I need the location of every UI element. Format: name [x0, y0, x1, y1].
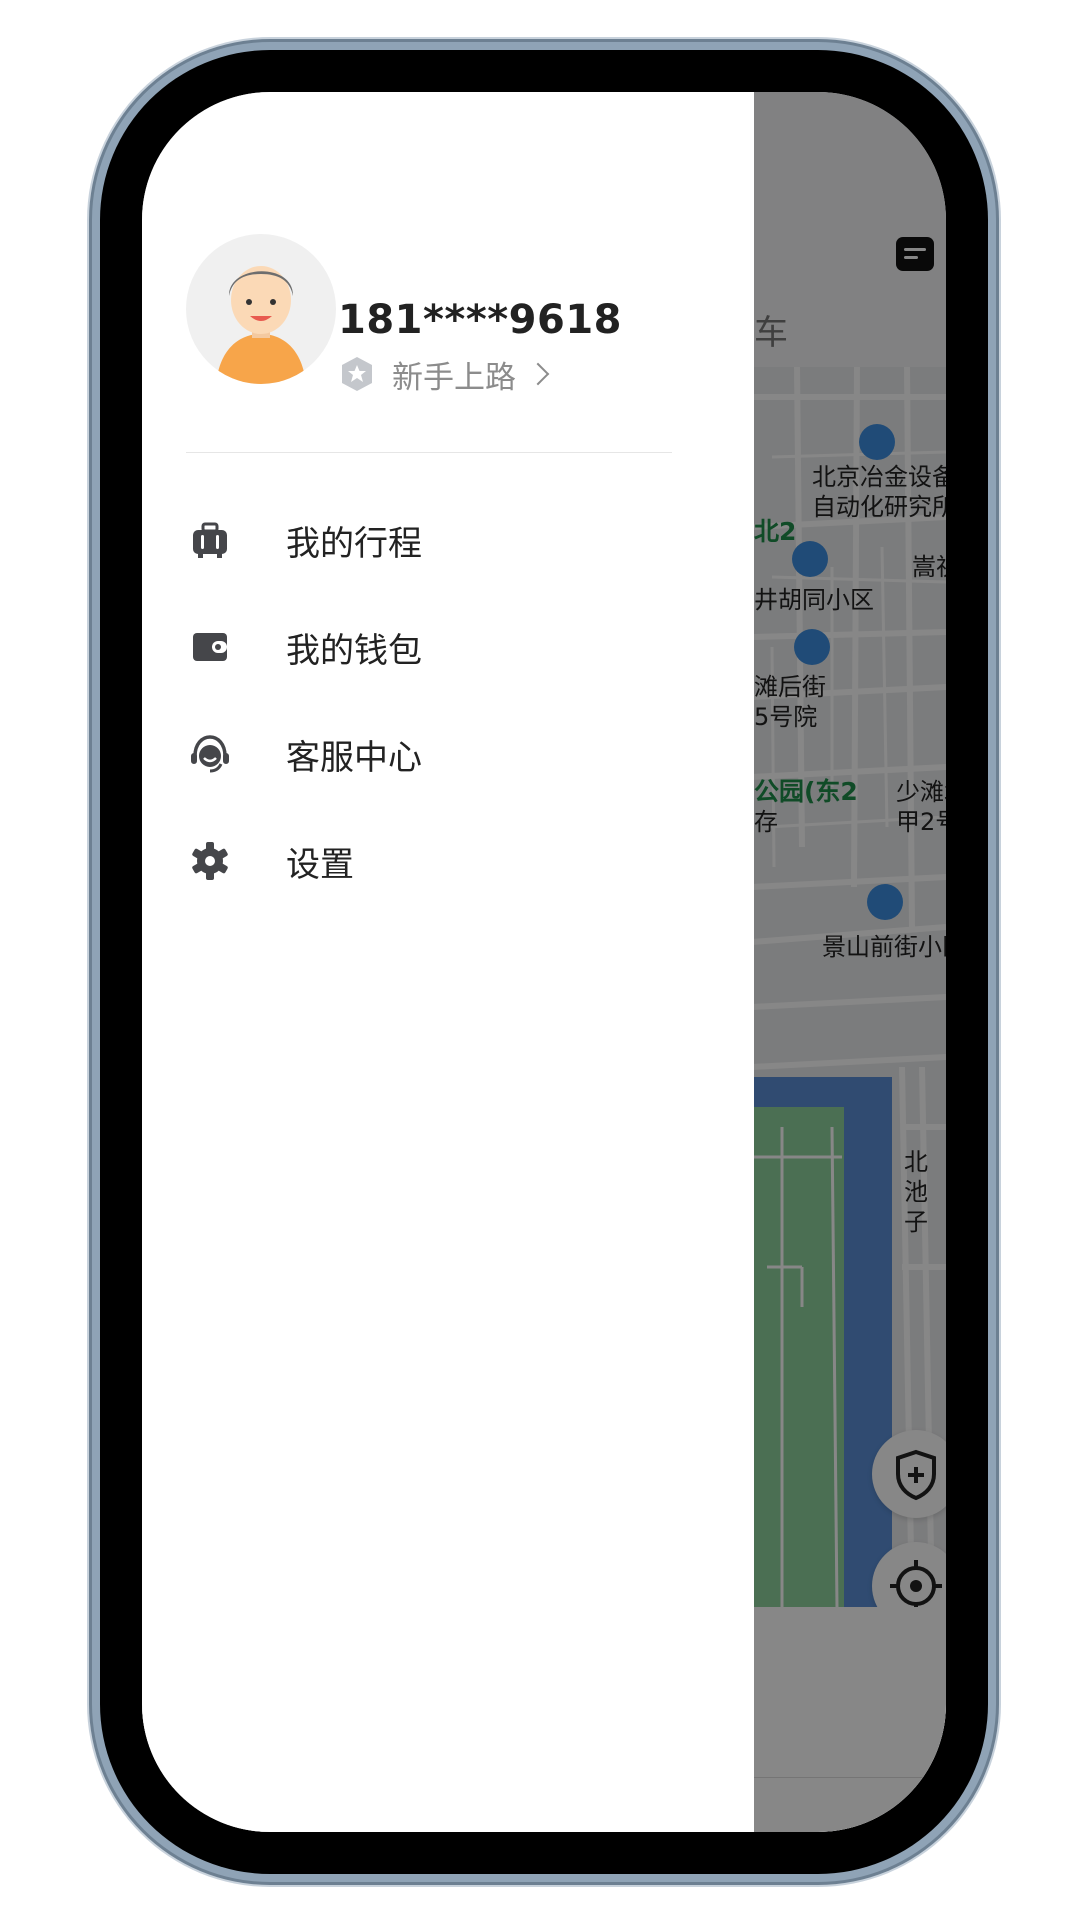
wallet-icon: [186, 623, 234, 671]
user-level-link[interactable]: 新手上路: [338, 352, 550, 396]
menu-item-label: 客服中心: [286, 737, 422, 778]
menu-item-wallet[interactable]: 我的钱包: [186, 607, 672, 687]
user-avatar-icon: [216, 266, 306, 384]
headset-icon: [186, 730, 234, 778]
phone-frame: 车 北京冶金设备 自动化研究所 北2 嵩 井胡同小区 滩后街 5号院 公园(东2…: [100, 50, 988, 1874]
menu-item-label: 我的钱包: [286, 630, 422, 671]
gear-icon: [186, 837, 234, 885]
menu-item-label: 设置: [286, 844, 354, 885]
menu-item-trips[interactable]: 我的行程: [186, 500, 672, 580]
menu-item-support[interactable]: 客服中心: [186, 714, 672, 794]
screen: 车 北京冶金设备 自动化研究所 北2 嵩 井胡同小区 滩后街 5号院 公园(东2…: [142, 92, 946, 1832]
level-badge-icon: [342, 357, 372, 391]
user-level-label: 新手上路: [392, 359, 516, 396]
luggage-icon: [186, 516, 234, 564]
user-phone-number[interactable]: 181****9618: [338, 297, 622, 343]
chevron-right-icon: [526, 362, 550, 386]
divider: [186, 452, 672, 453]
side-drawer: 181****9618 新手上路 我的行程 我的钱包 客服中心 设置: [142, 92, 754, 1832]
menu-item-label: 我的行程: [286, 523, 422, 564]
menu-item-settings[interactable]: 设置: [186, 821, 672, 901]
avatar[interactable]: [186, 234, 336, 384]
